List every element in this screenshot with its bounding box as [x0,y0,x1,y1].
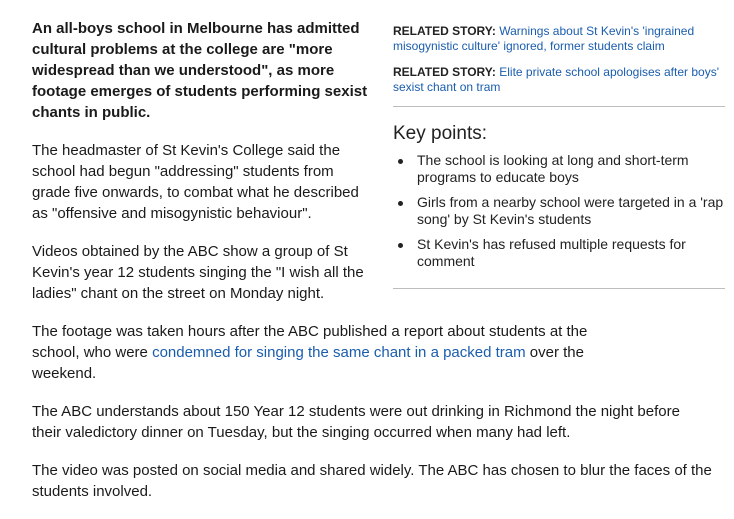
key-point-item: Girls from a nearby school were targeted… [393,194,725,228]
related-story-label: RELATED STORY: [393,24,496,38]
article-paragraph: The headmaster of St Kevin's College sai… [32,142,359,222]
condemned-tram-chant-link[interactable]: condemned for singing the same chant in … [152,344,526,361]
key-point-text: The school is looking at long and short-… [417,152,689,185]
key-points-list: The school is looking at long and short-… [393,152,725,270]
related-story-label: RELATED STORY: [393,65,496,79]
key-point-text: St Kevin's has refused multiple requests… [417,236,686,269]
article-paragraph: Videos obtained by the ABC show a group … [32,243,364,302]
article-paragraph: The ABC understands about 150 Year 12 st… [32,403,680,441]
key-point-text: Girls from a nearby school were targeted… [417,194,724,227]
key-point-item: The school is looking at long and short-… [393,152,725,186]
key-points-title: Key points: [393,123,487,144]
related-story: RELATED STORY: Elite private school apol… [393,65,725,95]
key-point-item: St Kevin's has refused multiple requests… [393,236,725,270]
related-story: RELATED STORY: Warnings about St Kevin's… [393,24,725,54]
bullet-icon [398,159,403,164]
article-paragraph: The footage was taken hours after the AB… [32,321,632,384]
bullet-icon [398,243,403,248]
key-points-box: Key points: The school is looking at lon… [393,122,725,289]
article-paragraph: The video was posted on social media and… [32,462,712,500]
related-stories: RELATED STORY: Warnings about St Kevin's… [393,24,725,107]
sidebar: RELATED STORY: Warnings about St Kevin's… [393,24,725,289]
bullet-icon [398,201,403,206]
article-lead: An all-boys school in Melbourne has admi… [32,20,368,121]
